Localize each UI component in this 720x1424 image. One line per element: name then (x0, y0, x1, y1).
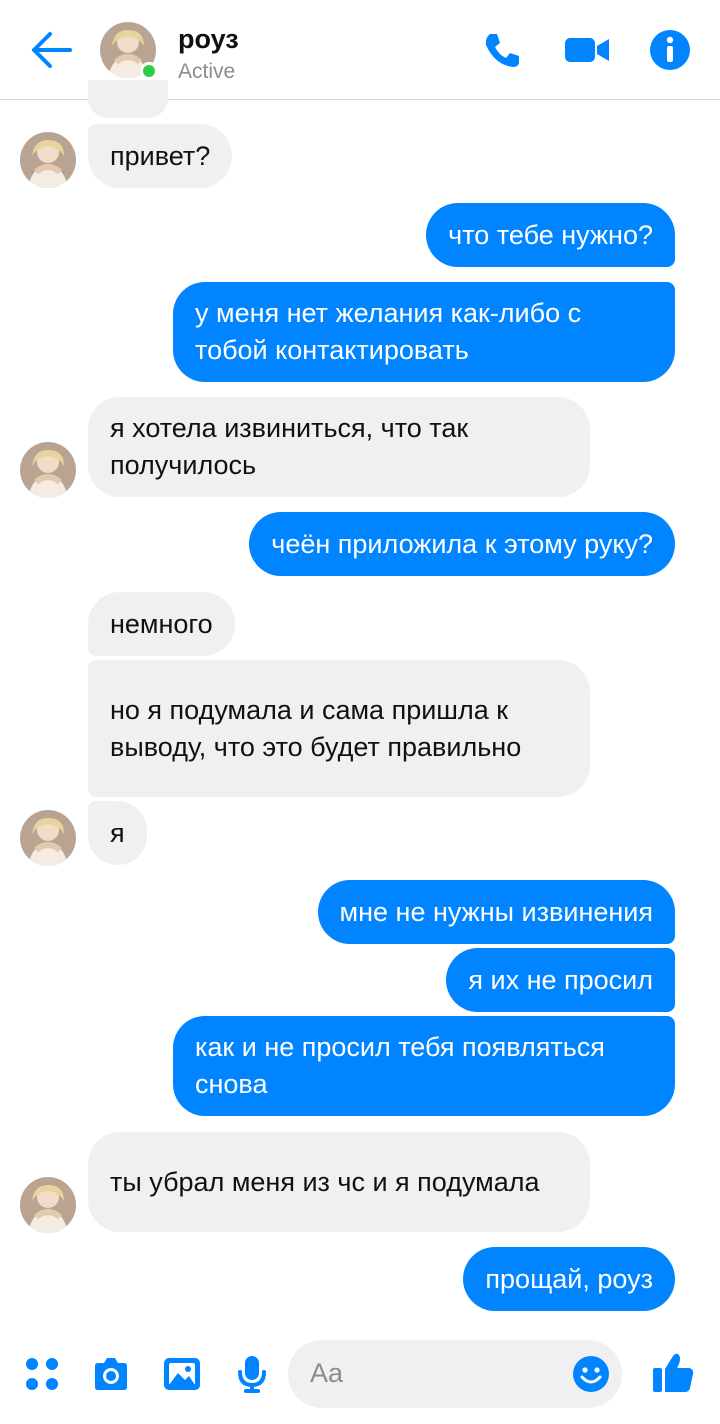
message-bubble-outgoing[interactable]: что тебе нужно? (426, 203, 675, 267)
emoji-icon[interactable] (572, 1355, 610, 1393)
message-bubble-outgoing[interactable]: прощай, роуз (463, 1247, 675, 1311)
microphone-icon[interactable] (232, 1354, 272, 1394)
message-bubble-incoming[interactable]: немного (88, 592, 235, 656)
apps-icon[interactable] (22, 1354, 62, 1394)
message-bubble-incoming[interactable]: ты убрал меня из чс и я подумала (88, 1132, 590, 1232)
back-arrow-icon[interactable] (30, 30, 74, 70)
online-indicator (140, 62, 158, 80)
message-bubble-incoming[interactable]: но я подумала и сама пришла к выводу, чт… (88, 660, 590, 797)
sender-avatar[interactable] (20, 442, 76, 498)
message-bubble-incoming[interactable]: я хотела извиниться, что так получилось (88, 397, 590, 497)
message-bubble-outgoing[interactable]: чеён приложила к этому руку? (249, 512, 675, 576)
info-icon[interactable] (648, 28, 692, 72)
message-bubble-incoming[interactable]: привет? (88, 124, 233, 188)
sender-avatar[interactable] (20, 810, 76, 866)
message-bubble-outgoing[interactable]: я их не просил (446, 948, 675, 1012)
contact-status: Active (178, 60, 236, 83)
camera-icon[interactable] (91, 1354, 131, 1394)
message-input-placeholder: Aa (310, 1358, 344, 1388)
gallery-icon[interactable] (162, 1354, 202, 1394)
phone-icon[interactable] (480, 28, 524, 72)
message-bubble-outgoing[interactable]: у меня нет желания как-либо с тобой конт… (173, 282, 675, 382)
message-bubble-outgoing[interactable]: мне не нужны извинения (317, 880, 675, 944)
video-camera-icon[interactable] (563, 28, 609, 72)
sender-avatar[interactable] (20, 1177, 76, 1233)
contact-name[interactable]: роуз (178, 24, 239, 55)
message-bubble-partial[interactable] (88, 80, 168, 118)
message-input[interactable]: Aa (288, 1340, 622, 1408)
contact-avatar[interactable] (100, 22, 158, 80)
message-bubble-outgoing[interactable]: как и не просил тебя появляться снова (173, 1016, 675, 1116)
message-bubble-incoming[interactable]: я (88, 801, 147, 865)
sender-avatar[interactable] (20, 132, 76, 188)
thumbs-up-icon[interactable] (651, 1350, 695, 1394)
